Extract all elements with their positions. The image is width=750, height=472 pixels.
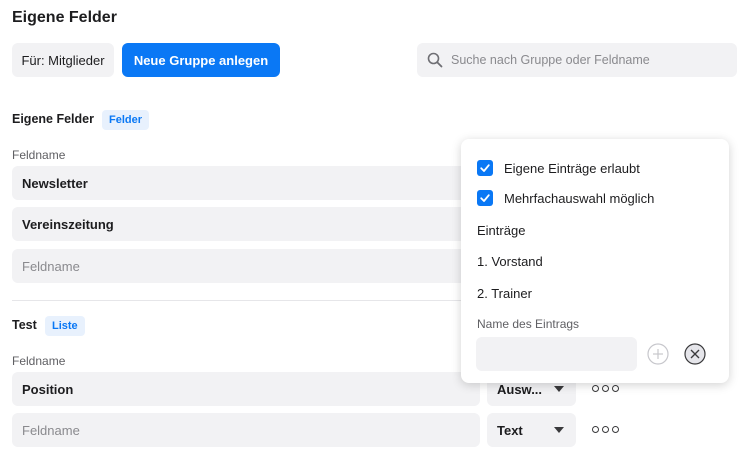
page-title: Eigene Felder: [12, 9, 117, 26]
field-name-input[interactable]: Newsletter: [12, 166, 480, 200]
field-type-select[interactable]: Text: [487, 413, 576, 447]
own-entries-checkbox[interactable]: [477, 160, 493, 176]
multi-select-checkbox-row[interactable]: Mehrfachauswahl möglich: [477, 190, 654, 206]
more-dot: [592, 426, 599, 433]
member-filter-button[interactable]: Für: Mitglieder: [12, 43, 114, 77]
column-label-fieldname: Feldname: [12, 354, 66, 368]
more-dot: [592, 385, 599, 392]
entry-name-label: Name des Eintrags: [477, 317, 580, 331]
field-options-popover: Eigene Einträge erlaubt Mehrfachauswahl …: [461, 139, 729, 383]
entry-item[interactable]: 1. Vorstand: [477, 254, 543, 269]
field-name-input[interactable]: Position: [12, 372, 480, 406]
remove-entry-button[interactable]: [684, 343, 706, 365]
group-type-badge: Felder: [102, 110, 150, 130]
multi-select-checkbox[interactable]: [477, 190, 493, 206]
group-type-badge: Liste: [45, 316, 85, 336]
search-icon: [427, 52, 443, 68]
more-options-button[interactable]: [592, 426, 619, 433]
group-title: Eigene Felder: [12, 112, 94, 126]
field-type-value: Ausw...: [497, 381, 543, 397]
group-divider: [12, 300, 462, 301]
plus-circle-icon: [647, 343, 669, 365]
check-icon: [480, 164, 490, 172]
close-circle-icon: [684, 343, 706, 365]
chevron-down-icon: [554, 427, 564, 433]
field-type-value: Text: [497, 422, 523, 438]
search-bar[interactable]: [417, 43, 737, 77]
entries-heading: Einträge: [477, 223, 526, 238]
own-entries-label: Eigene Einträge erlaubt: [504, 160, 640, 176]
entry-name-input[interactable]: [476, 337, 637, 371]
more-dot: [612, 385, 619, 392]
add-entry-button[interactable]: [647, 343, 669, 365]
new-field-input[interactable]: Feldname: [12, 413, 480, 447]
chevron-down-icon: [554, 386, 564, 392]
new-field-input[interactable]: Feldname: [12, 249, 480, 283]
check-icon: [480, 194, 490, 202]
more-dot: [602, 426, 609, 433]
more-dot: [612, 426, 619, 433]
entry-item[interactable]: 2. Trainer: [477, 286, 532, 301]
field-name-input[interactable]: Vereinszeitung: [12, 207, 480, 241]
column-label-fieldname: Feldname: [12, 148, 66, 162]
multi-select-label: Mehrfachauswahl möglich: [504, 190, 655, 206]
search-input[interactable]: [451, 53, 721, 67]
group-title: Test: [12, 318, 37, 332]
more-dot: [602, 385, 609, 392]
new-group-button[interactable]: Neue Gruppe anlegen: [122, 43, 280, 77]
more-options-button[interactable]: [592, 385, 619, 392]
own-entries-checkbox-row[interactable]: Eigene Einträge erlaubt: [477, 160, 640, 176]
